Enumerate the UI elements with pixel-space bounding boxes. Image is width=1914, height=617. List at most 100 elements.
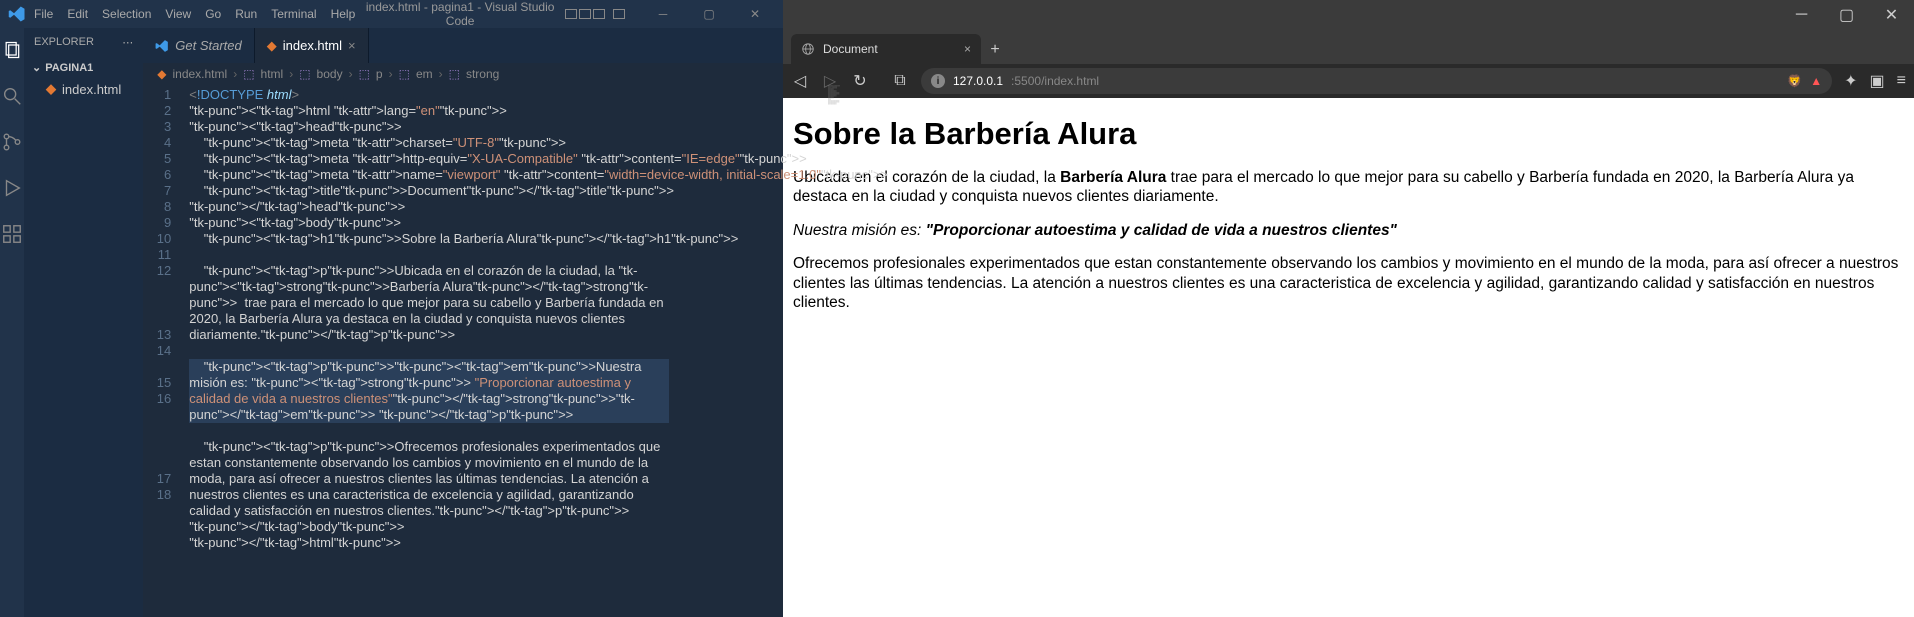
vscode-icon: [155, 39, 169, 53]
toolbar-right: ✦ ▣ ≡: [1844, 71, 1906, 91]
vscode-titlebar: File Edit Selection View Go Run Terminal…: [0, 0, 783, 28]
tab-close-icon[interactable]: ×: [348, 38, 356, 53]
breadcrumb-item[interactable]: html: [261, 67, 284, 81]
breadcrumb-item[interactable]: p: [376, 67, 383, 81]
brave-shield-icon[interactable]: 🦁: [1787, 74, 1802, 88]
maximize-button[interactable]: ▢: [1824, 0, 1869, 30]
vscode-body: EXPLORER ⋯ ⌄ PAGINA1 ◆ index.html Get St…: [0, 28, 783, 617]
strong-text: "Proporcionar autoestima y calidad de vi…: [926, 222, 1397, 239]
menu-go[interactable]: Go: [205, 7, 221, 21]
tag-icon: ⬚: [359, 67, 370, 81]
browser-tab[interactable]: Document ×: [791, 34, 981, 64]
breadcrumbs[interactable]: ◆ index.html › ⬚ html › ⬚ body › ⬚ p › ⬚…: [143, 63, 888, 85]
menu-file[interactable]: File: [34, 7, 53, 21]
html-file-icon: ◆: [267, 38, 277, 54]
browser-toolbar: ◁ ▷ ↻ ⧉ i 127.0.0.1:5500/index.html 🦁 ▲ …: [783, 64, 1914, 98]
page-heading: Sobre la Barbería Alura: [793, 116, 1904, 152]
source-control-icon[interactable]: [0, 130, 24, 154]
menu-run[interactable]: Run: [235, 7, 257, 21]
paragraph-1: Ubicada en el corazón de la ciudad, la B…: [793, 168, 1904, 207]
globe-icon: [801, 42, 815, 56]
vscode-menubar: File Edit Selection View Go Run Terminal…: [34, 7, 355, 21]
breadcrumb-item[interactable]: em: [416, 67, 433, 81]
layout-icon[interactable]: [593, 9, 605, 19]
url-bar[interactable]: i 127.0.0.1 :5500/index.html 🦁 ▲: [921, 68, 1832, 94]
file-item[interactable]: ◆ index.html: [24, 78, 143, 100]
browser-window: ─ ▢ ✕ Document × + ◁ ▷ ↻ ⧉ i 127.0.0.1:5…: [783, 0, 1914, 617]
tab-get-started[interactable]: Get Started: [143, 28, 254, 63]
chevron-right-icon: ›: [349, 67, 353, 81]
browser-window-controls: ─ ▢ ✕: [783, 0, 1914, 30]
sidebar-title: EXPLORER: [34, 36, 94, 49]
chevron-right-icon: ›: [233, 67, 237, 81]
menu-view[interactable]: View: [165, 7, 191, 21]
more-icon[interactable]: ⋯: [122, 36, 133, 49]
tab-title: Document: [823, 42, 878, 56]
tab-close-icon[interactable]: ×: [964, 42, 971, 56]
folder-header[interactable]: ⌄ PAGINA1: [24, 57, 143, 78]
browser-tabstrip: Document × +: [783, 30, 1914, 64]
html-file-icon: ◆: [157, 67, 166, 81]
layout-controls[interactable]: [565, 9, 625, 19]
tag-icon: ⬚: [449, 67, 460, 81]
new-tab-button[interactable]: +: [981, 36, 1009, 64]
chevron-right-icon: ›: [389, 67, 393, 81]
minimap[interactable]: ████ ██████ ████████████████████████████…: [828, 85, 888, 185]
sidebar-header: EXPLORER ⋯: [24, 28, 143, 57]
vscode-window: File Edit Selection View Go Run Terminal…: [0, 0, 783, 617]
tag-icon: ⬚: [299, 67, 310, 81]
warning-icon[interactable]: ▲: [1810, 74, 1822, 88]
wallet-icon[interactable]: ▣: [1870, 71, 1885, 91]
layout-icon[interactable]: [613, 9, 625, 19]
maximize-button[interactable]: ▢: [689, 0, 729, 28]
vscode-logo-icon: [8, 5, 26, 23]
extensions-icon[interactable]: ✦: [1844, 71, 1857, 91]
close-button[interactable]: ✕: [735, 0, 775, 28]
breadcrumb-item[interactable]: index.html: [172, 67, 227, 81]
code-lines[interactable]: <!DOCTYPE html>"tk-punc"><"tk-tag">html …: [183, 85, 888, 617]
tag-icon: ⬚: [399, 67, 410, 81]
menu-edit[interactable]: Edit: [67, 7, 88, 21]
explorer-sidebar: EXPLORER ⋯ ⌄ PAGINA1 ◆ index.html: [24, 28, 143, 617]
paragraph-2: Nuestra misión es: "Proporcionar autoest…: [793, 221, 1904, 240]
site-info-icon[interactable]: i: [931, 74, 945, 88]
code-editor[interactable]: 123456789101112131415161718 <!DOCTYPE ht…: [143, 85, 888, 617]
breadcrumb-item[interactable]: strong: [466, 67, 499, 81]
strong-text: Barbería Alura: [1060, 169, 1166, 186]
editor-tabs: Get Started ◆ index.html × ▥ ⋯: [143, 28, 888, 63]
layout-icon[interactable]: [565, 9, 577, 19]
tab-index-html[interactable]: ◆ index.html ×: [255, 28, 369, 63]
chevron-right-icon: ›: [289, 67, 293, 81]
tag-icon: ⬚: [243, 67, 254, 81]
activity-bar: [0, 28, 24, 617]
minimize-button[interactable]: ─: [643, 0, 683, 28]
menu-help[interactable]: Help: [331, 7, 356, 21]
window-title: index.html - pagina1 - Visual Studio Cod…: [355, 0, 565, 28]
file-name: index.html: [62, 82, 121, 97]
search-icon[interactable]: [0, 84, 24, 108]
vscode-window-controls: ─ ▢ ✕: [565, 0, 775, 28]
layout-icon[interactable]: [579, 9, 591, 19]
explorer-icon[interactable]: [0, 38, 22, 62]
url-host: 127.0.0.1: [953, 74, 1003, 88]
url-path: :5500/index.html: [1011, 74, 1099, 88]
menu-terminal[interactable]: Terminal: [271, 7, 316, 21]
editor-area: Get Started ◆ index.html × ▥ ⋯ ◆ index.h…: [143, 28, 888, 617]
chevron-right-icon: ›: [439, 67, 443, 81]
paragraph-3: Ofrecemos profesionales experimentados q…: [793, 254, 1904, 312]
breadcrumb-item[interactable]: body: [317, 67, 343, 81]
html-file-icon: ◆: [46, 81, 56, 97]
minimize-button[interactable]: ─: [1779, 0, 1824, 30]
folder-name: PAGINA1: [45, 62, 93, 74]
menu-selection[interactable]: Selection: [102, 7, 151, 21]
page-content: Sobre la Barbería Alura Ubicada en el co…: [783, 98, 1914, 617]
chevron-down-icon: ⌄: [32, 61, 41, 74]
line-gutter: 123456789101112131415161718: [143, 85, 183, 617]
tab-label: index.html: [283, 38, 342, 53]
close-button[interactable]: ✕: [1869, 0, 1914, 30]
menu-icon[interactable]: ≡: [1897, 72, 1906, 90]
extensions-icon[interactable]: [0, 222, 24, 246]
tab-label: Get Started: [175, 38, 241, 53]
run-debug-icon[interactable]: [0, 176, 24, 200]
bookmark-icon[interactable]: ⧉: [891, 72, 909, 90]
